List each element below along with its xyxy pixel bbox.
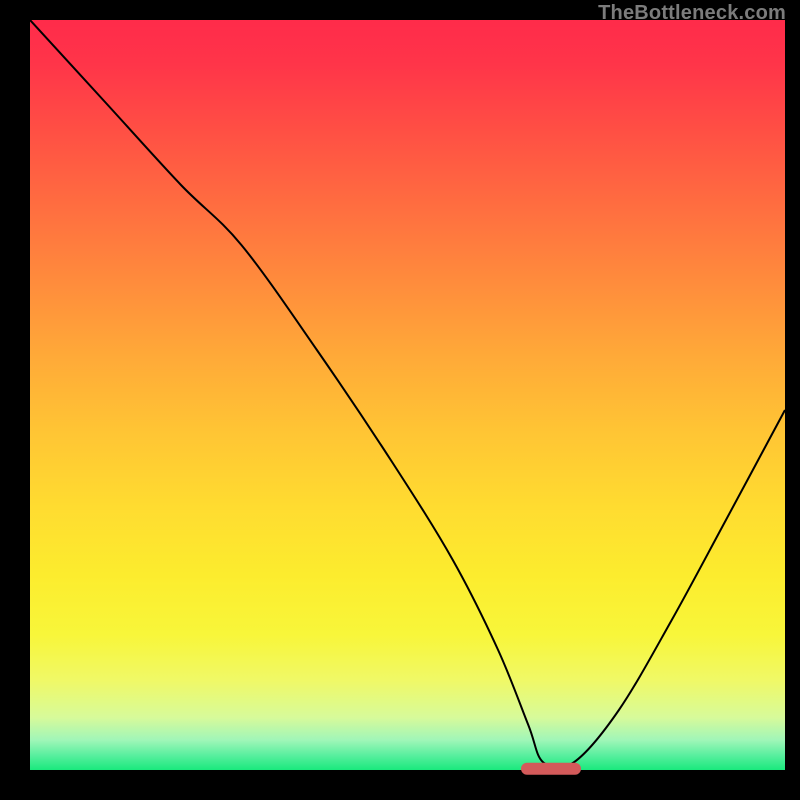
chart-frame xyxy=(15,20,785,785)
bottleneck-curve xyxy=(30,20,785,770)
plot-area xyxy=(30,20,785,770)
optimal-marker xyxy=(521,763,581,775)
curve-path xyxy=(30,20,785,768)
